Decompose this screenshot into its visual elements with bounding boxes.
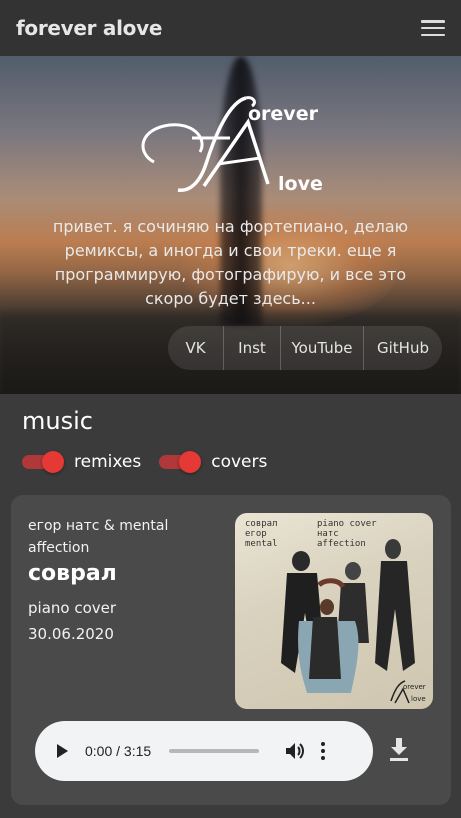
player-time: 0:00 / 3:15 (85, 743, 152, 759)
audio-player: 0:00 / 3:15 (35, 721, 373, 781)
link-inst[interactable]: Inst (224, 326, 281, 370)
top-navbar: forever alove (0, 0, 461, 56)
link-youtube[interactable]: YouTube (281, 326, 364, 370)
covers-toggle[interactable]: covers (159, 450, 267, 474)
cover-text-right: piano cover натс affection (317, 519, 377, 549)
hamburger-menu-icon[interactable] (421, 18, 445, 38)
remixes-label: remixes (74, 452, 142, 472)
intro-text: привет. я сочиняю на фортепиано, делаю р… (52, 217, 409, 308)
volume-icon[interactable] (285, 742, 305, 760)
social-links: VK Inst YouTube GitHub (168, 326, 442, 370)
svg-text:orever: orever (248, 103, 319, 125)
forever-alove-logo: orever love (134, 92, 330, 196)
remixes-toggle[interactable]: remixes (22, 450, 141, 474)
music-section-title: music (22, 407, 93, 435)
svg-text:love: love (411, 695, 426, 703)
cover-text-left: соврал егор mental (245, 519, 278, 549)
more-options-icon[interactable] (321, 742, 326, 760)
download-icon[interactable] (388, 738, 410, 762)
track-card: егор натс & mental affection соврал pian… (11, 495, 451, 805)
music-filters: remixes covers (22, 450, 285, 474)
covers-switch[interactable] (159, 450, 202, 474)
album-cover: orever love соврал егор mental piano cov… (235, 513, 433, 709)
track-title: соврал (28, 561, 117, 586)
remixes-switch[interactable] (22, 450, 64, 474)
svg-text:love: love (278, 173, 323, 195)
link-github[interactable]: GitHub (364, 326, 442, 370)
brand-title[interactable]: forever alove (16, 16, 162, 40)
player-progress-bar[interactable] (169, 749, 260, 753)
track-type: piano cover (28, 599, 117, 617)
svg-text:orever: orever (403, 683, 426, 691)
track-date: 30.06.2020 (28, 625, 114, 643)
track-artist: егор натс & mental affection (28, 518, 169, 556)
covers-label: covers (211, 452, 268, 472)
link-vk[interactable]: VK (168, 326, 224, 370)
play-icon[interactable] (57, 744, 68, 758)
